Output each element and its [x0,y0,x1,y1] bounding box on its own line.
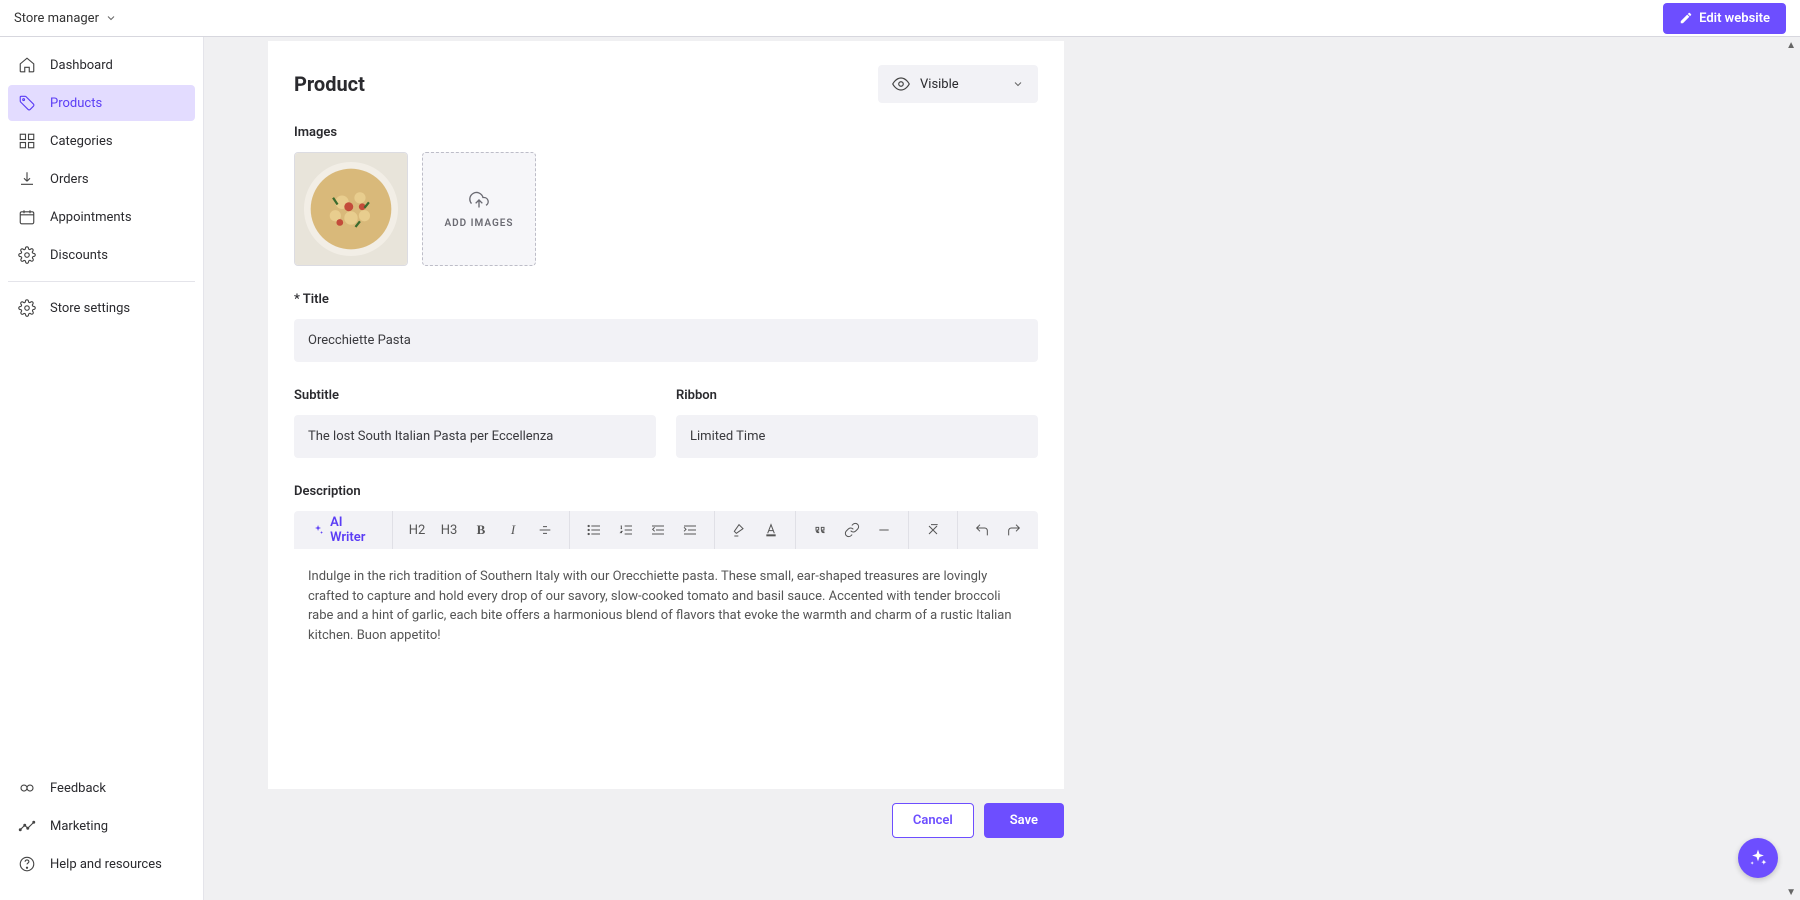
download-icon [18,170,36,188]
sidebar: Dashboard Products Categories Orders App… [0,37,204,900]
sidebar-item-label: Help and resources [50,857,162,872]
highlight-icon [731,522,747,538]
sidebar-item-label: Appointments [50,210,132,225]
app-label: Store manager [14,11,99,26]
h3-button[interactable]: H3 [433,514,465,546]
sidebar-item-feedback[interactable]: Feedback [8,770,195,806]
text-color-button[interactable] [755,514,787,546]
product-panel: Product Visible Images [268,41,1064,789]
strikethrough-icon [537,522,553,538]
text-color-icon [763,522,779,538]
sparkle-icon [1748,848,1768,868]
clear-format-button[interactable] [917,514,949,546]
sidebar-item-help[interactable]: Help and resources [8,846,195,882]
ordered-list-icon [618,522,634,538]
add-images-label: ADD IMAGES [444,218,513,229]
quote-icon [812,522,828,538]
chevron-down-icon [105,12,117,24]
divider-button[interactable] [868,514,900,546]
images-label: Images [294,125,1038,140]
redo-icon [1006,522,1022,538]
undo-button[interactable] [966,514,998,546]
gear-icon [18,246,36,264]
sidebar-item-store-settings[interactable]: Store settings [8,290,195,326]
quote-button[interactable] [804,514,836,546]
title-input[interactable] [294,319,1038,362]
app-switcher[interactable]: Store manager [14,11,117,26]
scroll-up-arrow[interactable]: ▲ [1786,40,1796,51]
save-button[interactable]: Save [984,803,1064,838]
scroll-down-arrow[interactable]: ▼ [1786,887,1796,898]
subtitle-label: Subtitle [294,388,656,403]
ai-fab[interactable] [1738,838,1778,878]
sidebar-item-label: Marketing [50,819,108,834]
cancel-button[interactable]: Cancel [892,803,974,838]
sidebar-item-label: Categories [50,134,113,149]
sparkle-icon [312,523,324,537]
tag-icon [18,94,36,112]
sidebar-item-label: Products [50,96,102,111]
sidebar-item-marketing[interactable]: Marketing [8,808,195,844]
editor-toolbar: AI Writer H2 H3 B I [294,511,1038,549]
h2-button[interactable]: H2 [401,514,433,546]
undo-icon [974,522,990,538]
title-label: * Title [294,292,1038,307]
sidebar-item-appointments[interactable]: Appointments [8,199,195,235]
sidebar-item-categories[interactable]: Categories [8,123,195,159]
calendar-icon [18,208,36,226]
sidebar-item-label: Discounts [50,248,108,263]
panel-title: Product [294,72,365,96]
product-image-thumb[interactable] [294,152,408,266]
ordered-list-button[interactable] [610,514,642,546]
sidebar-item-label: Orders [50,172,89,187]
sidebar-item-discounts[interactable]: Discounts [8,237,195,273]
outdent-button[interactable] [642,514,674,546]
description-label: Description [294,484,1038,499]
sidebar-separator [8,281,195,282]
home-icon [18,56,36,74]
sidebar-item-label: Feedback [50,781,106,796]
ai-writer-button[interactable]: AI Writer [302,511,384,549]
chevron-down-icon [1012,78,1024,90]
sidebar-item-products[interactable]: Products [8,85,195,121]
trend-icon [18,817,36,835]
feedback-icon [18,779,36,797]
link-icon [844,522,860,538]
pencil-icon [1679,11,1693,25]
edit-website-label: Edit website [1699,11,1770,26]
indent-button[interactable] [674,514,706,546]
italic-button[interactable]: I [497,514,529,546]
sidebar-item-label: Store settings [50,301,130,316]
link-button[interactable] [836,514,868,546]
strikethrough-button[interactable] [529,514,561,546]
visibility-label: Visible [920,77,959,92]
eye-icon [892,75,910,93]
minus-icon [876,522,892,538]
sidebar-item-dashboard[interactable]: Dashboard [8,47,195,83]
bold-button[interactable]: B [465,514,497,546]
add-images-button[interactable]: ADD IMAGES [422,152,536,266]
sidebar-item-orders[interactable]: Orders [8,161,195,197]
grid-icon [18,132,36,150]
cloud-upload-icon [469,190,489,210]
ai-writer-label: AI Writer [330,515,374,545]
settings-icon [18,299,36,317]
ribbon-label: Ribbon [676,388,1038,403]
indent-icon [682,522,698,538]
subtitle-input[interactable] [294,415,656,458]
bullet-list-button[interactable] [578,514,610,546]
ribbon-input[interactable] [676,415,1038,458]
pasta-image [295,153,407,265]
help-icon [18,855,36,873]
clear-format-icon [925,522,941,538]
highlight-button[interactable] [723,514,755,546]
redo-button[interactable] [998,514,1030,546]
description-editor[interactable]: Indulge in the rich tradition of Souther… [294,549,1038,749]
edit-website-button[interactable]: Edit website [1663,3,1786,34]
visibility-select[interactable]: Visible [878,65,1038,103]
sidebar-item-label: Dashboard [50,58,113,73]
outdent-icon [650,522,666,538]
bullet-list-icon [586,522,602,538]
